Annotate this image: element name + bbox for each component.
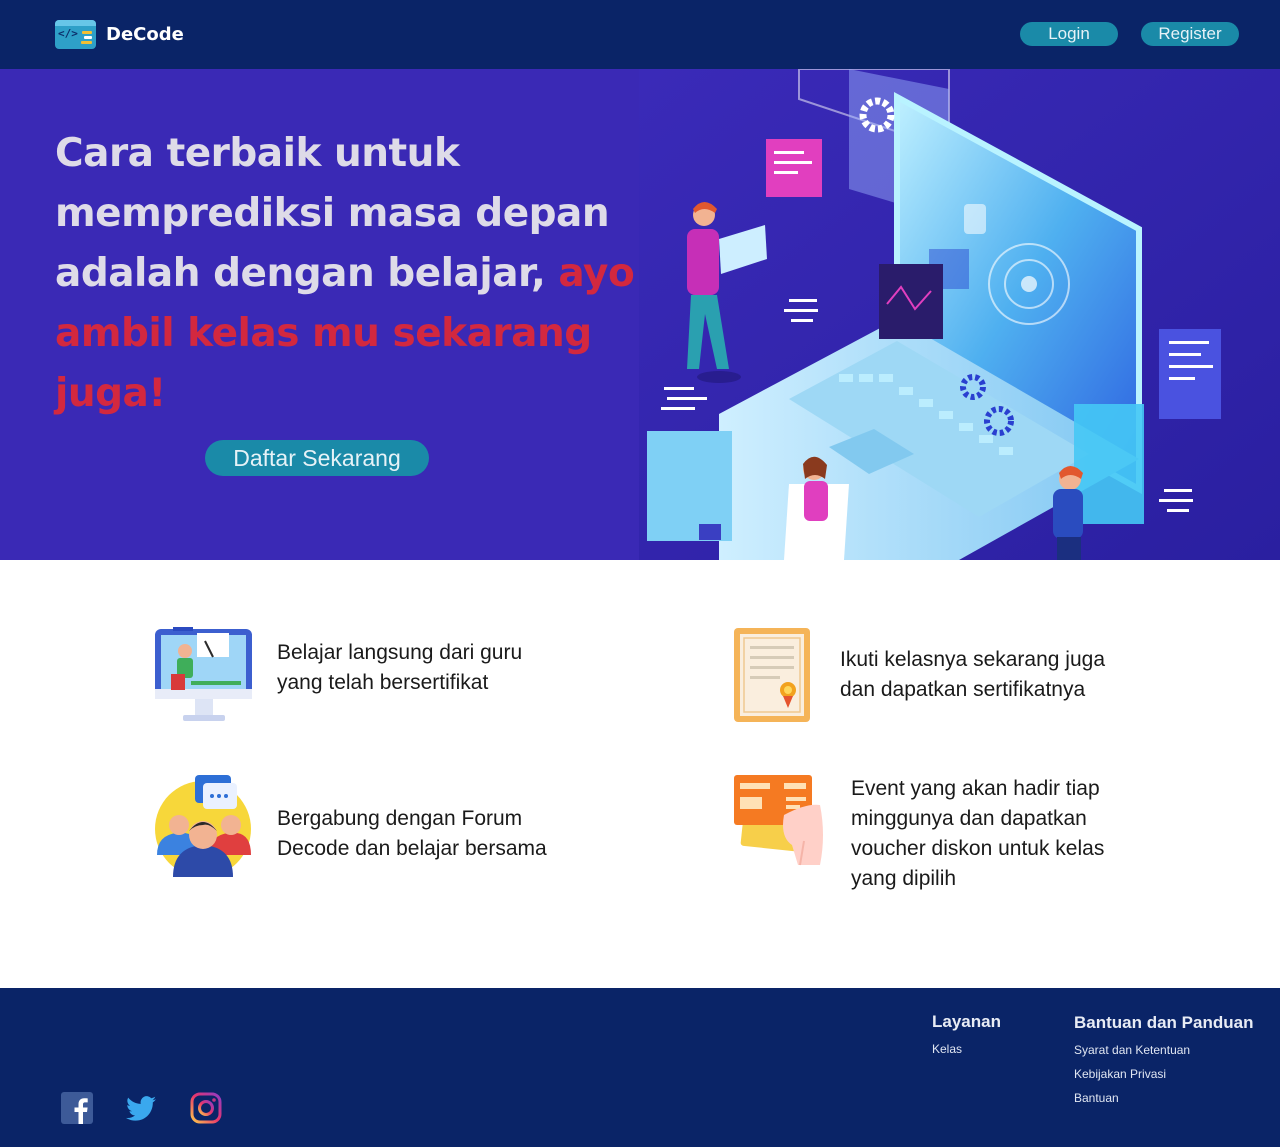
hero-title-main: Cara terbaik untuk memprediksi masa depa…	[55, 131, 610, 296]
feature-text-line: yang telah bersertifikat	[277, 671, 489, 694]
register-now-button[interactable]: Daftar Sekarang	[205, 440, 429, 476]
teacher-monitor-icon	[155, 627, 252, 721]
footer-link-terms[interactable]: Syarat dan Ketentuan	[1074, 1043, 1190, 1057]
instagram-icon[interactable]	[190, 1092, 222, 1124]
facebook-icon[interactable]	[61, 1092, 93, 1124]
feature-text-line: Decode dan belajar bersama	[277, 837, 547, 860]
login-button[interactable]: Login	[1020, 22, 1118, 46]
feature-certificate: Ikuti kelasnya sekarang juga dan dapatka…	[840, 645, 1105, 705]
register-button[interactable]: Register	[1141, 22, 1239, 46]
feature-text: Event yang akan hadir tiap minggunya dan…	[851, 774, 1104, 894]
feature-text-line: Belajar langsung dari guru	[277, 641, 523, 664]
footer-link-privacy[interactable]: Kebijakan Privasi	[1074, 1067, 1166, 1081]
feature-text-line: yang dipilih	[851, 867, 957, 890]
hero-title: Cara terbaik untuk memprediksi masa depa…	[55, 124, 635, 424]
footer-title-bantuan: Bantuan dan Panduan	[1074, 1013, 1254, 1032]
footer: Layanan Kelas Bantuan dan Panduan Syarat…	[0, 988, 1280, 1147]
brand-name: DeCode	[106, 24, 184, 45]
feature-events-voucher: Event yang akan hadir tiap minggunya dan…	[851, 774, 1104, 894]
hero-section: Cara terbaik untuk memprediksi masa depa…	[0, 69, 1280, 560]
forum-group-icon	[155, 775, 251, 877]
feature-text: Bergabung dengan Forum Decode dan belaja…	[277, 804, 547, 864]
footer-link-kelas[interactable]: Kelas	[932, 1042, 962, 1056]
feature-forum: Bergabung dengan Forum Decode dan belaja…	[277, 804, 547, 864]
feature-text: Belajar langsung dari guru yang telah be…	[277, 638, 522, 698]
feature-text-line: minggunya dan dapatkan	[851, 807, 1087, 830]
feature-text-line: voucher diskon untuk kelas	[851, 837, 1105, 860]
footer-link-help[interactable]: Bantuan	[1074, 1091, 1119, 1105]
feature-text: Ikuti kelasnya sekarang juga dan dapatka…	[840, 645, 1105, 705]
feature-text-line: Event yang akan hadir tiap	[851, 777, 1100, 800]
twitter-icon[interactable]	[125, 1092, 157, 1124]
isometric-laptop-learning-illustration	[639, 69, 1280, 560]
feature-text-line: dan dapatkan sertifikatnya	[840, 678, 1086, 701]
footer-title-layanan: Layanan	[932, 1012, 1001, 1031]
top-navbar: </> DeCode Login Register	[0, 0, 1280, 69]
voucher-hand-icon	[734, 775, 823, 866]
code-window-icon: </>	[55, 20, 96, 49]
feature-text-line: Ikuti kelasnya sekarang juga	[840, 648, 1105, 671]
feature-certified-teachers: Belajar langsung dari guru yang telah be…	[277, 638, 522, 698]
certificate-icon	[734, 628, 810, 722]
feature-text-line: Bergabung dengan Forum	[277, 807, 523, 830]
brand-logo[interactable]: </> DeCode	[55, 20, 184, 49]
